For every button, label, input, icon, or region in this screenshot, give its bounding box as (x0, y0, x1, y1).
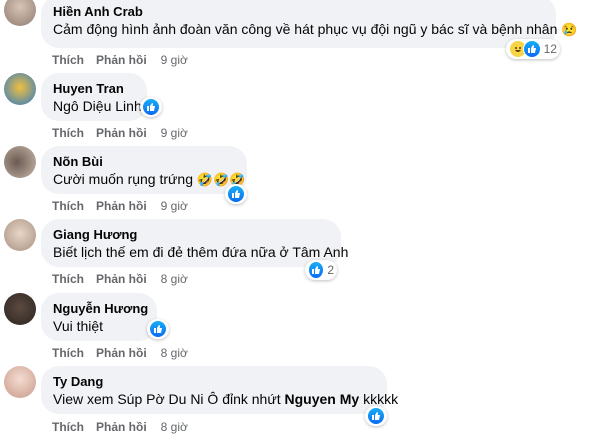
like-icon (308, 261, 325, 279)
comment-actions: Thích Phản hồi 8 giờ (52, 272, 200, 286)
comment-author[interactable]: Giang Hương (53, 226, 329, 243)
like-button[interactable]: Thích (52, 126, 84, 140)
comment-actions: Thích Phản hồi 9 giờ (52, 126, 200, 140)
reaction-summary[interactable]: 12 (506, 39, 560, 59)
reaction-summary[interactable] (365, 406, 387, 426)
avatar[interactable] (4, 366, 36, 398)
avatar[interactable] (4, 293, 36, 325)
comment-text-suffix: kkkkk (363, 391, 399, 407)
avatar[interactable] (4, 146, 36, 178)
like-button[interactable]: Thích (52, 53, 84, 67)
reaction-count: 12 (543, 42, 557, 56)
like-icon (367, 407, 385, 425)
avatar[interactable] (4, 0, 36, 26)
reaction-summary[interactable]: 2 (305, 260, 337, 280)
comment-text: Vui thiệt (53, 318, 104, 334)
reaction-summary[interactable] (225, 184, 247, 204)
comment-actions: Thích Phản hồi 9 giờ (52, 53, 200, 67)
like-icon (522, 40, 541, 58)
comment-time[interactable]: 8 giờ (161, 272, 188, 286)
comment-text: Biết lịch thế em đi đẻ thêm đứa nữa ở Tâ… (53, 244, 349, 260)
comment-time[interactable]: 9 giờ (161, 126, 188, 140)
like-button[interactable]: Thích (52, 272, 84, 286)
crying-face-emoji: 😢 (561, 22, 578, 37)
comment-bubble: Huyen Tran Ngô Diệu Linh (41, 73, 147, 121)
like-icon (142, 98, 160, 116)
comment-author[interactable]: Hiền Anh Crab (53, 3, 544, 20)
like-button[interactable]: Thích (52, 346, 84, 360)
like-button[interactable]: Thích (52, 199, 84, 213)
comment-time[interactable]: 8 giờ (161, 420, 188, 434)
comment-author[interactable]: Huyen Tran (53, 80, 135, 97)
comment-text: Cười muốn rụng trứng (53, 171, 193, 187)
comment-bubble: Nõn Bùi Cười muốn rụng trứng 🤣🤣🤣 (41, 146, 247, 194)
reaction-summary[interactable] (147, 319, 169, 339)
comment-time[interactable]: 9 giờ (161, 199, 188, 213)
comment-author[interactable]: Nguyễn Hương (53, 300, 148, 317)
comment-text: View xem Súp Pờ Du Ni Ô đỉnk nhứt (53, 391, 281, 407)
comment-author[interactable]: Ty Dang (53, 373, 375, 390)
comment-bubble: Giang Hương Biết lịch thế em đi đẻ thêm … (41, 219, 349, 267)
comment-time[interactable]: 8 giờ (161, 346, 188, 360)
reaction-summary[interactable] (140, 97, 162, 117)
reaction-count: 2 (327, 263, 334, 277)
comment-actions: Thích Phản hồi 8 giờ (52, 420, 200, 434)
comment-text: Cảm động hình ảnh đoàn văn công về hát p… (53, 21, 558, 37)
reply-button[interactable]: Phản hồi (96, 53, 147, 67)
reply-button[interactable]: Phản hồi (96, 420, 147, 434)
comment-bubble: Nguyễn Hương Vui thiệt (41, 293, 157, 341)
comment-bubble: Hiền Anh Crab Cảm động hình ảnh đoàn văn… (41, 0, 577, 48)
comment-time[interactable]: 9 giờ (161, 53, 188, 67)
comment-author[interactable]: Nõn Bùi (53, 153, 235, 170)
like-button[interactable]: Thích (52, 420, 84, 434)
like-icon (149, 320, 167, 338)
avatar[interactable] (4, 73, 36, 105)
reply-button[interactable]: Phản hồi (96, 346, 147, 360)
comment-bubble: Ty Dang View xem Súp Pờ Du Ni Ô đỉnk nhứ… (41, 366, 398, 414)
comment-actions: Thích Phản hồi 9 giờ (52, 199, 200, 213)
reply-button[interactable]: Phản hồi (96, 272, 147, 286)
like-icon (227, 185, 245, 203)
avatar[interactable] (4, 219, 36, 251)
comment-text: Ngô Diệu Linh (53, 98, 142, 114)
comment-actions: Thích Phản hồi 8 giờ (52, 346, 200, 360)
mention-link[interactable]: Nguyen My (285, 391, 360, 407)
reply-button[interactable]: Phản hồi (96, 126, 147, 140)
reply-button[interactable]: Phản hồi (96, 199, 147, 213)
